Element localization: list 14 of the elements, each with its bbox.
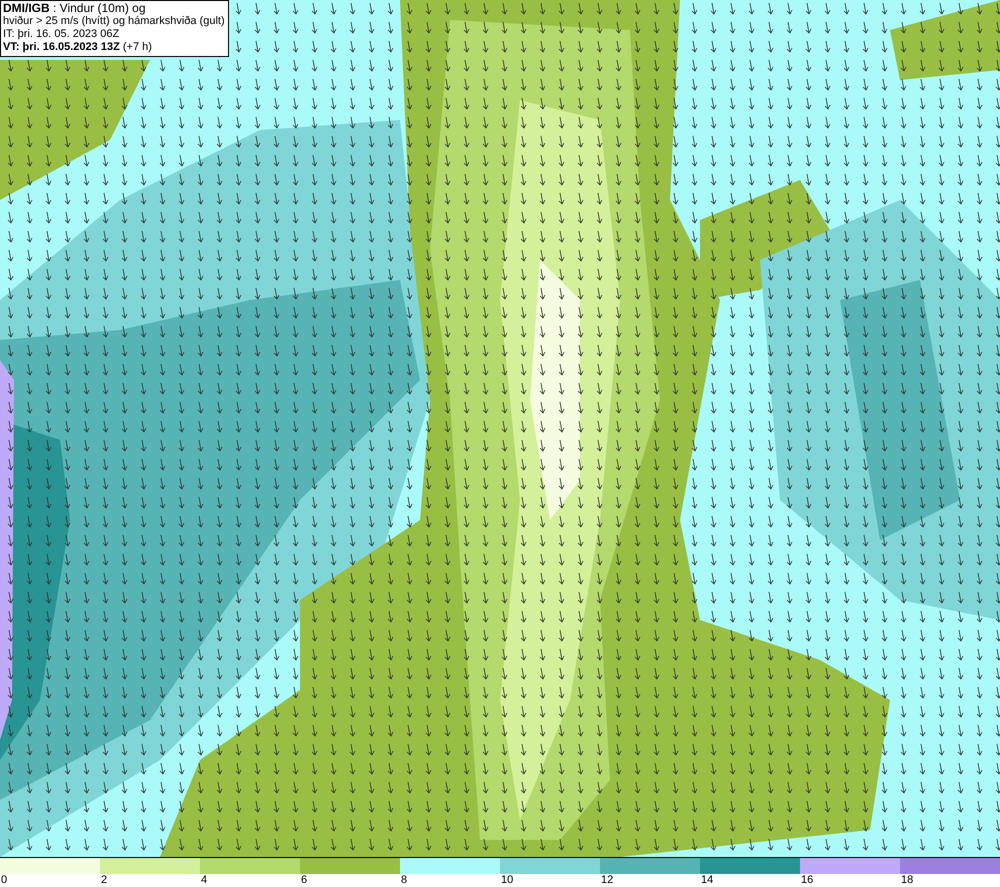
legend-label: 0	[1, 874, 8, 887]
info-text: DMI/IGB : Vindur (10m) og	[3, 2, 146, 15]
legend-label: 14	[701, 874, 714, 887]
info-text: IT: þri. 16. 05. 2023 06Z	[3, 28, 120, 41]
legend-label: 10	[501, 874, 514, 887]
legend-label: 18	[901, 874, 914, 887]
legend-label: 12	[601, 874, 614, 887]
legend-label: 4	[201, 874, 208, 887]
legend-label: 8	[401, 874, 408, 887]
legend-label: 2	[101, 874, 108, 887]
legend-label: 16	[801, 874, 814, 887]
info-text: hviður > 25 m/s (hvítt) og hámarkshviða (gult)	[3, 15, 225, 28]
info-text: VT: þri. 16.05.2023 13Z (+7 h)	[3, 41, 153, 54]
legend-label: 6	[301, 874, 308, 887]
